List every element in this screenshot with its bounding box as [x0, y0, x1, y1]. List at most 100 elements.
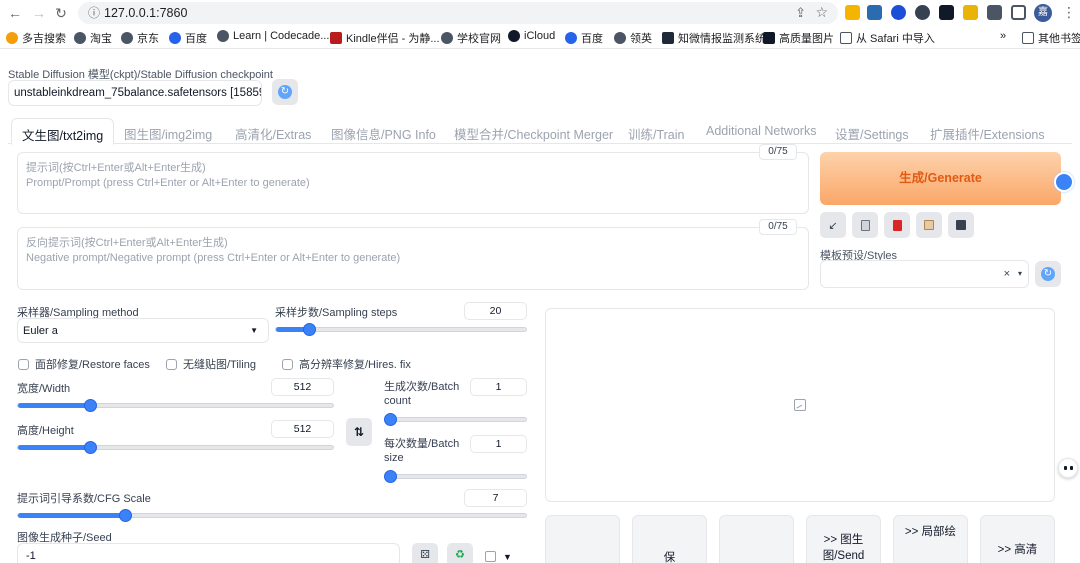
refresh-styles-button[interactable]: ↻: [1035, 261, 1061, 287]
slider-thumb[interactable]: [384, 413, 397, 426]
tab-checkpoint-merger[interactable]: 模型合并/Checkpoint Merger: [454, 118, 613, 145]
slider-thumb[interactable]: [118, 509, 132, 522]
bookmark-item[interactable]: 淘宝: [74, 30, 112, 46]
bookmark-item[interactable]: 多吉搜索: [6, 30, 66, 46]
extra-networks-button[interactable]: [884, 212, 910, 238]
apply-style-button[interactable]: [916, 212, 942, 238]
address-bar[interactable]: ⓘ 127.0.0.1:7860 ⇪ ☆: [78, 2, 838, 24]
random-seed-button[interactable]: ⚄: [412, 543, 438, 563]
save-button[interactable]: 保: [632, 515, 707, 563]
slider-thumb[interactable]: [384, 470, 397, 483]
restore-faces-checkbox[interactable]: 面部修复/Restore faces: [18, 356, 150, 372]
extra-seed-toggle-icon[interactable]: ▼: [503, 552, 512, 562]
read-params-button[interactable]: ↙: [820, 212, 846, 238]
seed-input[interactable]: -1: [17, 543, 400, 563]
cfg-scale-slider[interactable]: [17, 509, 527, 522]
tab-additional-networks[interactable]: Additional Networks: [706, 118, 816, 145]
sidebar-toggle-icon[interactable]: [1011, 5, 1026, 20]
dice-icon: ⚄: [420, 549, 430, 561]
bookmark-item[interactable]: 高质量图片: [763, 30, 834, 46]
width-input[interactable]: 512: [271, 378, 334, 396]
extension-face-icon[interactable]: [891, 5, 906, 20]
tiling-checkbox[interactable]: 无缝贴图/Tiling: [166, 356, 256, 372]
negative-prompt-placeholder: 反向提示词(按Ctrl+Enter或Alt+Enter生成): [26, 237, 228, 249]
back-arrow-icon[interactable]: ←: [6, 4, 24, 22]
checkbox-box[interactable]: [282, 358, 293, 370]
bookmark-star-icon[interactable]: ☆: [815, 4, 828, 21]
width-slider[interactable]: [17, 399, 334, 412]
bookmark-item[interactable]: 学校官网: [441, 30, 501, 46]
cfg-scale-input[interactable]: 7: [464, 489, 527, 507]
tab-extras[interactable]: 高清化/Extras: [235, 118, 311, 145]
bookmark-item[interactable]: Learn | Codecade...: [217, 30, 329, 42]
height-slider[interactable]: [17, 441, 334, 454]
site-info-icon[interactable]: ⓘ: [86, 5, 102, 21]
batch-count-slider[interactable]: [384, 413, 527, 426]
negative-prompt-textarea[interactable]: 反向提示词(按Ctrl+Enter或Alt+Enter生成) Negative …: [17, 227, 809, 290]
forward-arrow-icon[interactable]: →: [30, 4, 48, 22]
bookmark-favicon-icon: [74, 32, 86, 44]
tab-img2img[interactable]: 图生图/img2img: [124, 118, 212, 145]
swap-dimensions-button[interactable]: ⇅: [346, 418, 372, 446]
steps-slider[interactable]: [275, 323, 527, 336]
bookmark-item[interactable]: Kindle伴侣 - 为静...: [330, 30, 440, 46]
tab-settings[interactable]: 设置/Settings: [835, 118, 909, 145]
batch-size-input[interactable]: 1: [470, 435, 527, 453]
send-to-inpaint-button[interactable]: >> 局部绘: [893, 515, 968, 563]
extension-screenshot-icon[interactable]: [867, 5, 882, 20]
tab-extensions[interactable]: 扩展插件/Extensions: [930, 118, 1045, 145]
prompt-textarea[interactable]: 提示词(按Ctrl+Enter或Alt+Enter生成) Prompt/Prom…: [17, 152, 809, 214]
sampler-select[interactable]: Euler a ▼: [17, 318, 269, 343]
slider-thumb[interactable]: [84, 399, 98, 412]
bookmarks-overflow[interactable]: »: [1000, 30, 1006, 42]
tab-train[interactable]: 训练/Train: [628, 118, 685, 145]
save-style-button[interactable]: [948, 212, 974, 238]
assistant-floating-icon[interactable]: [1058, 458, 1078, 478]
extra-seed-checkbox[interactable]: [485, 551, 496, 562]
tab-png-info[interactable]: 图像信息/PNG Info: [331, 118, 436, 145]
hires-fix-checkbox[interactable]: 高分辨率修复/Hires. fix: [282, 356, 411, 372]
styles-select[interactable]: × ▾: [820, 260, 1029, 288]
share-icon[interactable]: ⇪: [795, 5, 806, 21]
bookmark-item[interactable]: 百度: [565, 30, 603, 46]
slider-thumb[interactable]: [302, 323, 316, 336]
extension-js-icon[interactable]: [963, 5, 978, 20]
image-placeholder-icon: [794, 399, 806, 411]
batch-count-input[interactable]: 1: [470, 378, 527, 396]
send-to-extras-button[interactable]: >> 高清: [980, 515, 1055, 563]
extension-coin-icon[interactable]: [845, 5, 860, 20]
bookmark-item[interactable]: 京东: [121, 30, 159, 46]
bookmark-item[interactable]: 领英: [614, 30, 652, 46]
send-to-img2img-button[interactable]: >> 图生图/Send: [806, 515, 881, 563]
zip-button[interactable]: [719, 515, 794, 563]
translate-floating-icon[interactable]: [1054, 172, 1074, 192]
bookmark-item[interactable]: 百度: [169, 30, 207, 46]
generate-button[interactable]: 生成/Generate: [820, 152, 1061, 205]
reload-icon[interactable]: ↻: [52, 4, 70, 22]
bookmark-item[interactable]: iCloud: [508, 30, 555, 42]
extension-ghost-icon[interactable]: [939, 5, 954, 20]
tab-txt2img[interactable]: 文生图/txt2img: [11, 118, 115, 145]
refresh-checkpoint-button[interactable]: ↻: [272, 79, 298, 105]
other-bookmarks-folder[interactable]: 其他书签: [1022, 30, 1080, 46]
steps-input[interactable]: 20: [464, 302, 527, 320]
bookmark-item[interactable]: 知微情报监测系统: [662, 30, 766, 46]
checkbox-box[interactable]: [18, 358, 29, 370]
apple-icon: [508, 30, 520, 42]
bookmark-folder[interactable]: 从 Safari 中导入: [840, 30, 935, 46]
slider-thumb[interactable]: [84, 441, 98, 454]
open-folder-button[interactable]: [545, 515, 620, 563]
menu-kebab-icon[interactable]: ⋮: [1062, 4, 1076, 21]
checkpoint-select[interactable]: unstableinkdream_75balance.safetensors […: [8, 80, 262, 106]
checkbox-box[interactable]: [166, 358, 177, 370]
height-input[interactable]: 512: [271, 420, 334, 438]
reuse-seed-button[interactable]: ♻: [447, 543, 473, 563]
extension-search-icon[interactable]: [915, 5, 930, 20]
profile-avatar[interactable]: 嘉: [1034, 4, 1052, 22]
clear-styles-icon[interactable]: ×: [1004, 268, 1010, 280]
extensions-puzzle-icon[interactable]: [987, 5, 1002, 20]
clear-prompt-button[interactable]: [852, 212, 878, 238]
trash-icon: [860, 219, 870, 231]
folder-icon: [1022, 32, 1034, 44]
batch-size-slider[interactable]: [384, 470, 527, 483]
